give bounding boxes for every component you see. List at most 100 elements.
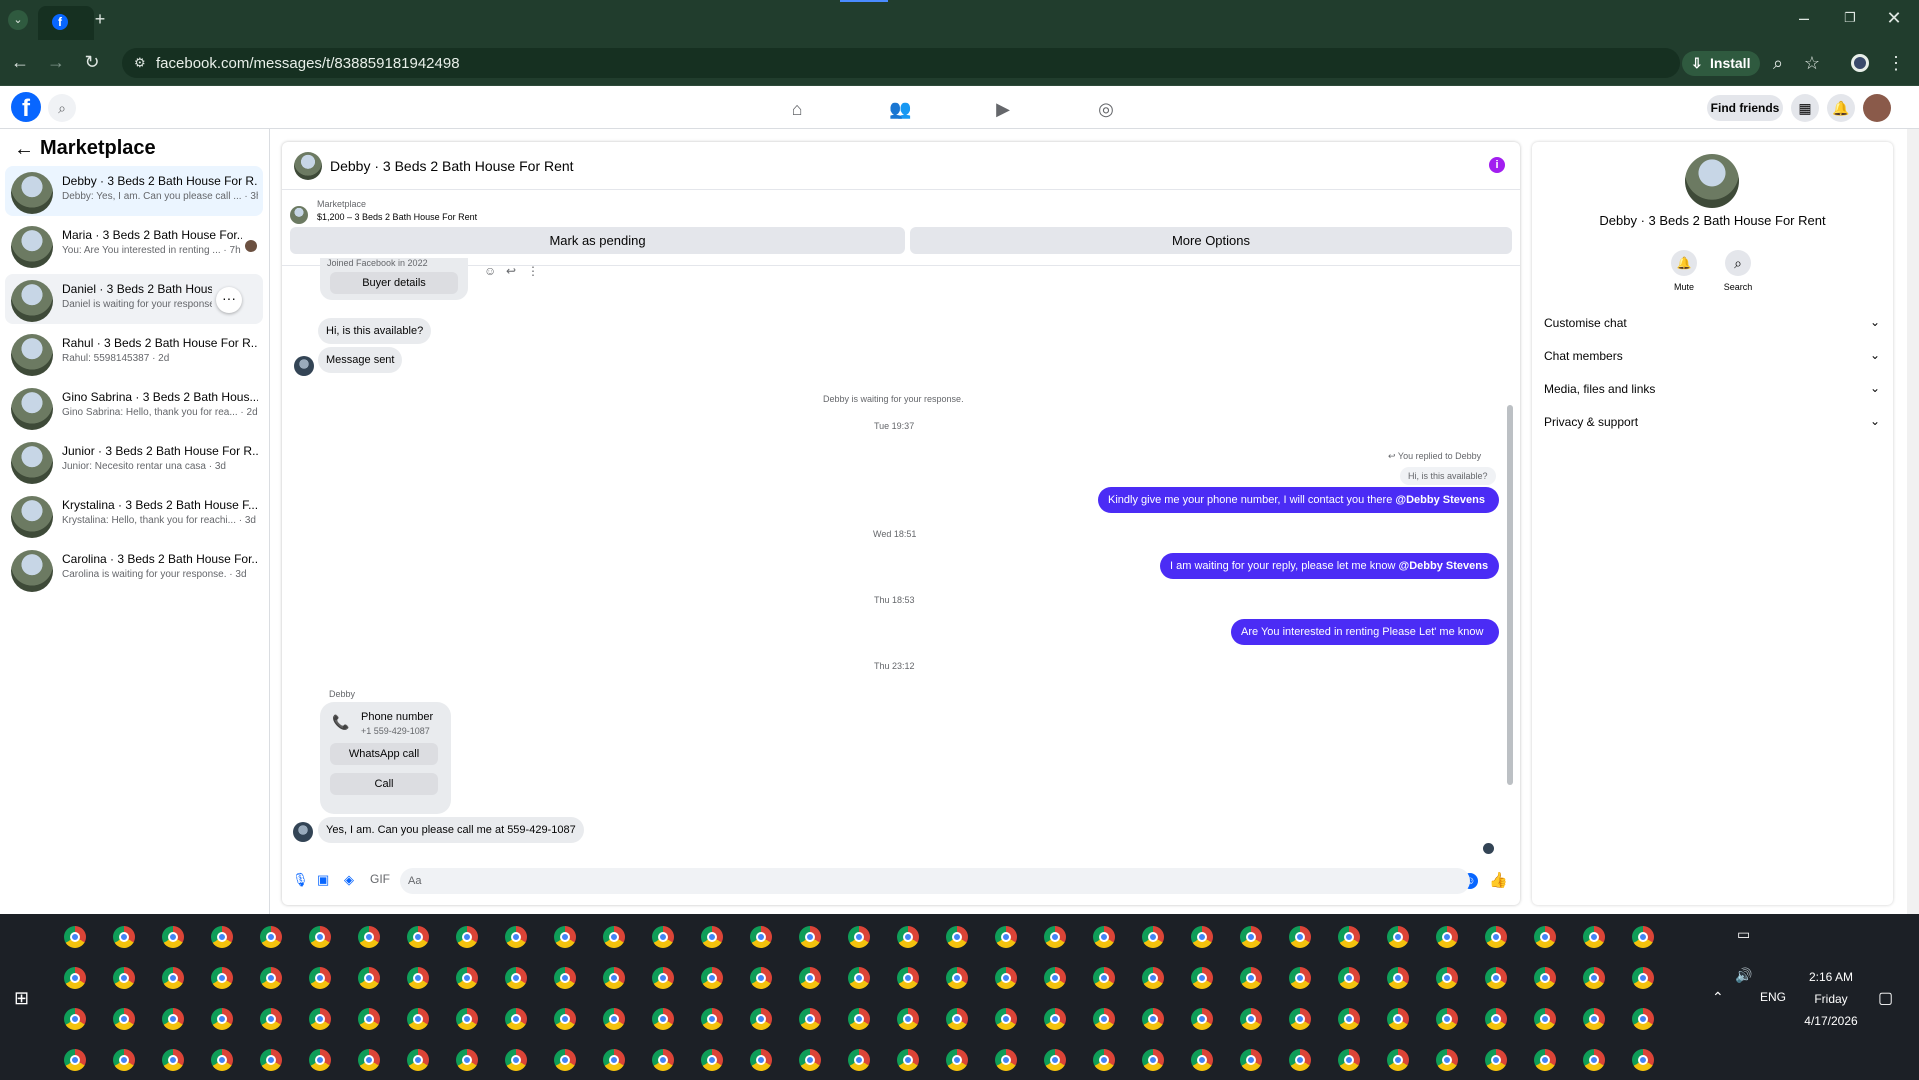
- chrome-taskbar-icon[interactable]: [1485, 967, 1507, 989]
- new-tab-icon[interactable]: +: [90, 9, 110, 29]
- chrome-taskbar-icon[interactable]: [995, 1008, 1017, 1030]
- mention[interactable]: @Debby Stevens: [1395, 494, 1485, 506]
- url-text[interactable]: facebook.com/messages/t/838859181942498: [156, 55, 460, 72]
- chrome-taskbar-icon[interactable]: [946, 926, 968, 948]
- chrome-taskbar-icon[interactable]: [456, 926, 478, 948]
- chrome-taskbar-icon[interactable]: [456, 967, 478, 989]
- chrome-taskbar-icon[interactable]: [407, 1008, 429, 1030]
- react-icon[interactable]: ☺: [484, 264, 496, 278]
- account-avatar[interactable]: [1863, 94, 1891, 122]
- chrome-taskbar-icon[interactable]: [1436, 967, 1458, 989]
- chrome-taskbar-icon[interactable]: [897, 1008, 919, 1030]
- chrome-taskbar-icon[interactable]: [1093, 1049, 1115, 1071]
- call-button[interactable]: Call: [330, 773, 438, 795]
- chrome-taskbar-icon[interactable]: [309, 967, 331, 989]
- chrome-taskbar-icon[interactable]: [1436, 1049, 1458, 1071]
- chrome-taskbar-icon[interactable]: [162, 1049, 184, 1071]
- restore-icon[interactable]: ❐: [1840, 8, 1860, 28]
- chrome-taskbar-icon[interactable]: [1338, 967, 1360, 989]
- chrome-taskbar-icon[interactable]: [603, 1008, 625, 1030]
- chrome-taskbar-icon[interactable]: [1240, 1049, 1262, 1071]
- mention[interactable]: @Debby Stevens: [1398, 560, 1488, 572]
- chrome-taskbar-icon[interactable]: [407, 967, 429, 989]
- chrome-taskbar-icon[interactable]: [407, 1049, 429, 1071]
- chrome-taskbar-icon[interactable]: [603, 967, 625, 989]
- tab-facebook[interactable]: f: [38, 6, 94, 40]
- section-customise-chat[interactable]: ⌄ Customise chat: [1544, 315, 1884, 330]
- tray-chevron-up-icon[interactable]: ⌃: [1712, 989, 1724, 1006]
- chrome-taskbar-icon[interactable]: [1485, 1049, 1507, 1071]
- address-bar[interactable]: ⚙ facebook.com/messages/t/83885918194249…: [122, 48, 1680, 78]
- info-icon[interactable]: i: [1489, 157, 1505, 173]
- chrome-taskbar-icon[interactable]: [946, 967, 968, 989]
- conversation-item-daniel[interactable]: Daniel · 3 Beds 2 Bath House F... Daniel…: [5, 274, 263, 324]
- chrome-taskbar-icon[interactable]: [1044, 926, 1066, 948]
- search-icon[interactable]: ⌕: [48, 94, 76, 122]
- chrome-taskbar-icon[interactable]: [1338, 1049, 1360, 1071]
- chrome-taskbar-icon[interactable]: [701, 1008, 723, 1030]
- chrome-taskbar-icon[interactable]: [113, 1049, 135, 1071]
- message-input[interactable]: Aa: [400, 868, 1470, 894]
- conversation-item-gino[interactable]: Gino Sabrina · 3 Beds 2 Bath Hous... Gin…: [5, 382, 263, 432]
- chrome-taskbar-icon[interactable]: [1387, 967, 1409, 989]
- chrome-taskbar-icon[interactable]: [260, 1049, 282, 1071]
- chrome-taskbar-icon[interactable]: [1142, 1049, 1164, 1071]
- chrome-taskbar-icon[interactable]: [1632, 926, 1654, 948]
- bookmark-star-icon[interactable]: ☆: [1802, 53, 1822, 73]
- buyer-details-button[interactable]: Buyer details: [330, 272, 458, 294]
- chrome-taskbar-icon[interactable]: [407, 926, 429, 948]
- profile-avatar[interactable]: [1685, 154, 1739, 208]
- chrome-taskbar-icon[interactable]: [1583, 1049, 1605, 1071]
- chrome-taskbar-icon[interactable]: [848, 1049, 870, 1071]
- desktop-icon[interactable]: ▭: [1737, 926, 1750, 943]
- notifications-bell-icon[interactable]: 🔔: [1827, 94, 1855, 122]
- facebook-logo-icon[interactable]: f: [11, 92, 41, 122]
- chrome-taskbar-icon[interactable]: [897, 967, 919, 989]
- minimize-icon[interactable]: –: [1794, 8, 1814, 28]
- chrome-taskbar-icon[interactable]: [260, 926, 282, 948]
- chrome-taskbar-icon[interactable]: [1240, 926, 1262, 948]
- chrome-taskbar-icon[interactable]: [554, 967, 576, 989]
- chrome-taskbar-icon[interactable]: [1044, 1008, 1066, 1030]
- more-options-icon[interactable]: ···: [216, 287, 242, 313]
- chrome-taskbar-icon[interactable]: [1485, 926, 1507, 948]
- chrome-taskbar-icon[interactable]: [1142, 967, 1164, 989]
- chrome-taskbar-icon[interactable]: [1142, 926, 1164, 948]
- conversation-item-debby[interactable]: Debby · 3 Beds 2 Bath House For R... Deb…: [5, 166, 263, 216]
- chrome-taskbar-icon[interactable]: [1289, 967, 1311, 989]
- find-friends-button[interactable]: Find friends: [1707, 95, 1783, 121]
- chrome-taskbar-icon[interactable]: [1338, 926, 1360, 948]
- back-icon[interactable]: ←: [10, 52, 30, 72]
- chrome-taskbar-icon[interactable]: [1534, 967, 1556, 989]
- chrome-taskbar-icon[interactable]: [358, 926, 380, 948]
- chrome-taskbar-icon[interactable]: [799, 926, 821, 948]
- chrome-taskbar-icon[interactable]: [652, 1049, 674, 1071]
- chrome-taskbar-icon[interactable]: [358, 1008, 380, 1030]
- chrome-taskbar-icon[interactable]: [1632, 1049, 1654, 1071]
- chrome-taskbar-icon[interactable]: [1240, 1008, 1262, 1030]
- chat-title[interactable]: Debby · 3 Beds 2 Bath House For Rent: [330, 158, 574, 174]
- chrome-taskbar-icon[interactable]: [701, 926, 723, 948]
- mark-pending-button[interactable]: Mark as pending: [290, 227, 905, 254]
- chrome-taskbar-icon[interactable]: [1093, 1008, 1115, 1030]
- home-icon[interactable]: ⌂: [786, 99, 808, 119]
- pinned-listing-title[interactable]: $1,200 – 3 Beds 2 Bath House For Rent: [317, 212, 477, 222]
- browser-menu-icon[interactable]: ⋮: [1886, 53, 1906, 73]
- chrome-taskbar-icon[interactable]: [652, 926, 674, 948]
- chrome-taskbar-icon[interactable]: [1191, 967, 1213, 989]
- chrome-taskbar-icon[interactable]: [995, 1049, 1017, 1071]
- chrome-taskbar-icon[interactable]: [1387, 926, 1409, 948]
- groups-icon[interactable]: ◎: [1095, 99, 1117, 119]
- zoom-icon[interactable]: ⌕: [1768, 53, 1788, 73]
- chrome-taskbar-icon[interactable]: [1289, 1008, 1311, 1030]
- chrome-taskbar-icon[interactable]: [848, 1008, 870, 1030]
- chrome-taskbar-icon[interactable]: [750, 1008, 772, 1030]
- conversation-item-junior[interactable]: Junior · 3 Beds 2 Bath House For R... Ju…: [5, 436, 263, 486]
- scrollbar-thumb[interactable]: [1507, 405, 1513, 785]
- chrome-taskbar-icon[interactable]: [652, 967, 674, 989]
- chrome-taskbar-icon[interactable]: [1191, 926, 1213, 948]
- chrome-taskbar-icon[interactable]: [652, 1008, 674, 1030]
- chrome-taskbar-icon[interactable]: [750, 926, 772, 948]
- section-chat-members[interactable]: ⌄ Chat members: [1544, 348, 1884, 363]
- chrome-taskbar-icon[interactable]: [701, 1049, 723, 1071]
